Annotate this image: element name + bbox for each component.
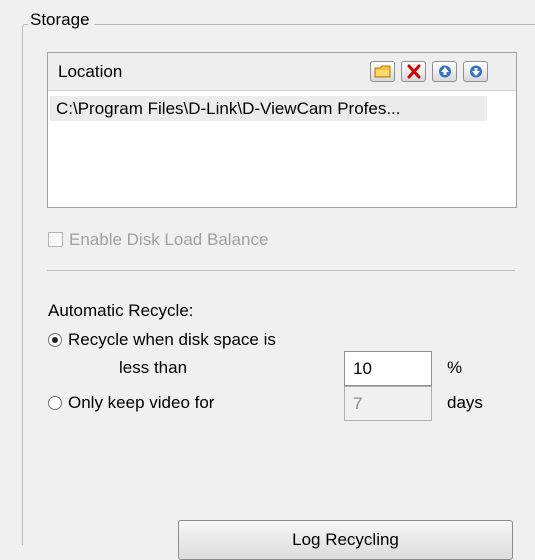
arrow-up-icon — [439, 65, 451, 78]
automatic-recycle-label: Automatic Recycle: — [48, 301, 194, 320]
move-down-button[interactable] — [463, 61, 488, 82]
keep-video-days-input[interactable]: 7 — [344, 386, 432, 421]
log-recycling-button[interactable]: Log Recycling — [178, 520, 513, 560]
location-header: Location — [48, 53, 516, 91]
radio-button-selected[interactable] — [48, 333, 62, 347]
less-than-label: less than — [119, 358, 188, 377]
delete-location-button[interactable] — [401, 61, 426, 82]
move-up-button[interactable] — [432, 61, 457, 82]
location-panel: Location C:\Program Files\D-Link\D-ViewC… — [47, 52, 517, 208]
only-keep-video-label: Only keep video for — [68, 393, 215, 412]
location-title: Location — [58, 62, 123, 81]
percent-unit-label: % — [447, 358, 463, 377]
location-list-item[interactable]: C:\Program Files\D-Link\D-ViewCam Profes… — [50, 96, 487, 121]
add-location-button[interactable] — [370, 61, 395, 82]
recycle-when-disk-space-label: Recycle when disk space is — [68, 330, 276, 349]
disk-space-percent-input[interactable]: 10 — [344, 351, 432, 386]
checkbox-box[interactable] — [48, 232, 63, 247]
radio-button-unselected[interactable] — [48, 396, 62, 410]
delete-x-icon — [407, 64, 421, 79]
enable-disk-load-balance-label: Enable Disk Load Balance — [69, 230, 269, 249]
folder-icon — [374, 65, 391, 78]
days-unit-label: days — [447, 393, 483, 412]
arrow-down-icon — [470, 65, 482, 78]
separator — [47, 270, 515, 271]
storage-group-title: Storage — [28, 10, 94, 30]
